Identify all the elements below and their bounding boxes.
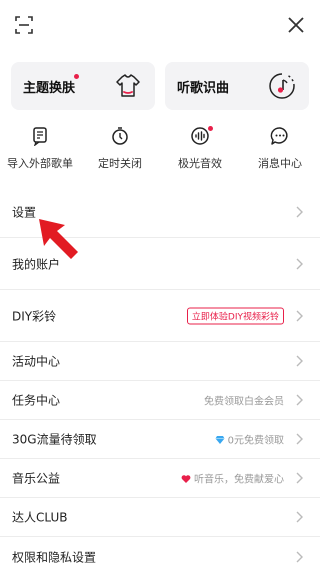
new-dot (74, 74, 79, 79)
chevron-right-icon (296, 433, 303, 445)
import-playlist-label: 导入外部歌单 (7, 157, 73, 170)
timer-icon (112, 127, 128, 145)
close-icon[interactable] (287, 16, 305, 34)
music-recognition-label: 听歌识曲 (177, 81, 230, 96)
top-bar (0, 0, 320, 50)
menu-item-label: 30G流量待领取 (12, 432, 97, 447)
menu-item-diy-ringtone[interactable]: DIY彩铃 立即体验DIY视频彩铃 (0, 290, 320, 342)
menu-item-data-traffic[interactable]: 30G流量待领取 0元免费领取 (0, 420, 320, 459)
chevron-right-icon (296, 551, 303, 562)
tshirt-icon (116, 74, 140, 97)
menu-item-label: 权限和隐私设置 (12, 550, 97, 564)
feature-cards: 主题换肤 听歌识曲 (11, 62, 309, 110)
chevron-right-icon (296, 394, 303, 406)
scan-icon[interactable] (15, 16, 33, 34)
sound-effect-icon (191, 127, 209, 145)
theme-skin-label: 主题换肤 (23, 81, 76, 96)
red-pointer-arrow-icon (39, 219, 78, 259)
import-playlist-icon (33, 127, 47, 146)
music-recognition-card[interactable]: 听歌识曲 (165, 62, 309, 110)
timer-label: 定时关闭 (98, 157, 142, 170)
sound-effect-button[interactable]: 极光音效 (160, 126, 240, 176)
menu-item-label: 活动中心 (12, 354, 61, 369)
theme-skin-card[interactable]: 主题换肤 (11, 62, 155, 110)
menu-item-label: 任务中心 (12, 393, 61, 408)
menu-item-expert-club[interactable]: 达人CLUB (0, 498, 320, 537)
menu-item-activity-center[interactable]: 活动中心 (0, 342, 320, 381)
menu-item-label: DIY彩铃 (12, 309, 57, 323)
new-dot (208, 126, 213, 131)
menu-item-label: 达人CLUB (12, 510, 68, 525)
menu-item-hint-wrap: 0元免费领取 (215, 432, 284, 447)
message-center-button[interactable]: 消息中心 (240, 126, 320, 176)
menu-item-label: 设置 (12, 205, 37, 219)
menu-item-task-center[interactable]: 任务中心 免费领取白金会员 (0, 381, 320, 420)
menu-item-hint: 0元免费领取 (227, 435, 284, 447)
timer-button[interactable]: 定时关闭 (80, 126, 160, 176)
chevron-right-icon (296, 310, 303, 321)
menu-item-hint: 免费领取白金会员 (204, 396, 284, 408)
music-recognition-icon (269, 73, 295, 99)
import-playlist-button[interactable]: 导入外部歌单 (0, 126, 80, 176)
menu-item-privacy-settings[interactable]: 权限和隐私设置 (0, 537, 320, 576)
menu-item-label: 音乐公益 (12, 471, 61, 486)
heart-icon (181, 475, 191, 483)
chevron-right-icon (296, 258, 303, 269)
diamond-icon (215, 436, 225, 444)
quick-actions: 导入外部歌单 定时关闭 极光音效 消息中心 (0, 126, 320, 176)
chevron-right-icon (296, 206, 303, 217)
chevron-right-icon (296, 472, 303, 484)
sound-effect-label: 极光音效 (178, 157, 222, 170)
message-icon (270, 127, 288, 145)
menu-item-hint: 听音乐，免费献爱心 (194, 474, 284, 486)
diy-video-ringtone-badge[interactable]: 立即体验DIY视频彩铃 (186, 307, 284, 324)
message-center-label: 消息中心 (258, 157, 302, 170)
chevron-right-icon (296, 511, 303, 523)
menu-item-hint-wrap: 听音乐，免费献爱心 (181, 471, 284, 486)
chevron-right-icon (296, 355, 303, 367)
menu-item-music-charity[interactable]: 音乐公益 听音乐，免费献爱心 (0, 459, 320, 498)
